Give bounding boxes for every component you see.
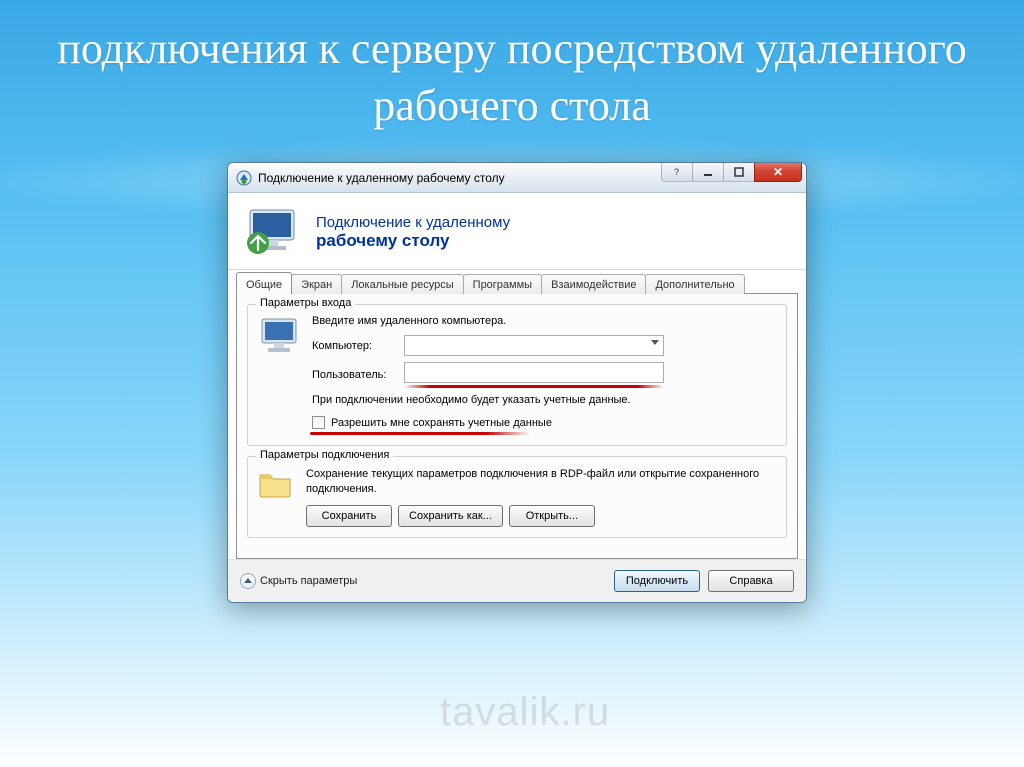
tab-general[interactable]: Общие bbox=[236, 272, 292, 294]
save-credentials-row[interactable]: Разрешить мне сохранять учетные данные bbox=[312, 416, 776, 429]
watermark: tavalik.ru bbox=[440, 690, 610, 735]
login-group-legend: Параметры входа bbox=[256, 297, 355, 309]
user-input[interactable] bbox=[404, 362, 664, 383]
help-icon-button[interactable]: ? bbox=[661, 162, 693, 182]
computer-icon bbox=[258, 315, 302, 435]
banner-line1: Подключение к удаленному bbox=[316, 214, 510, 231]
help-button[interactable]: Справка bbox=[708, 570, 794, 592]
window-controls: ? ✕ bbox=[662, 162, 802, 182]
close-button[interactable]: ✕ bbox=[754, 162, 802, 182]
remote-desktop-icon bbox=[244, 207, 302, 257]
tab-local-resources[interactable]: Локальные ресурсы bbox=[341, 274, 463, 294]
tab-area: Общие Экран Локальные ресурсы Программы … bbox=[228, 270, 806, 559]
user-row: Пользователь: bbox=[312, 362, 776, 388]
chevron-up-icon bbox=[240, 573, 256, 589]
tab-display[interactable]: Экран bbox=[291, 274, 342, 294]
tab-programs[interactable]: Программы bbox=[463, 274, 542, 294]
chevron-down-icon bbox=[651, 340, 659, 345]
tab-advanced[interactable]: Дополнительно bbox=[645, 274, 744, 294]
minimize-button[interactable] bbox=[692, 162, 724, 182]
save-button[interactable]: Сохранить bbox=[306, 505, 392, 527]
banner-line2: рабочему столу bbox=[316, 231, 510, 251]
highlight-underline-user bbox=[404, 385, 664, 388]
tab-body-general: Параметры входа Введите имя удаленного bbox=[236, 293, 798, 559]
login-fields: Введите имя удаленного компьютера. Компь… bbox=[312, 315, 776, 435]
banner-text: Подключение к удаленному рабочему столу bbox=[316, 214, 510, 251]
tab-strip: Общие Экран Локальные ресурсы Программы … bbox=[236, 274, 798, 294]
save-credentials-checkbox[interactable] bbox=[312, 416, 325, 429]
computer-row: Компьютер: bbox=[312, 335, 776, 356]
computer-combobox[interactable] bbox=[404, 335, 664, 356]
user-label: Пользователь: bbox=[312, 369, 404, 381]
hide-parameters-toggle[interactable]: Скрыть параметры bbox=[240, 573, 357, 589]
connection-description: Сохранение текущих параметров подключени… bbox=[306, 467, 776, 497]
login-group: Параметры входа Введите имя удаленного bbox=[247, 304, 787, 446]
connect-button[interactable]: Подключить bbox=[614, 570, 700, 592]
tab-experience[interactable]: Взаимодействие bbox=[541, 274, 646, 294]
highlight-underline-checkbox bbox=[310, 432, 530, 435]
banner: Подключение к удаленному рабочему столу bbox=[228, 193, 806, 270]
computer-label: Компьютер: bbox=[312, 340, 404, 352]
save-as-button[interactable]: Сохранить как... bbox=[398, 505, 503, 527]
connection-group: Параметры подключения Сохранение текущих… bbox=[247, 456, 787, 538]
save-credentials-label: Разрешить мне сохранять учетные данные bbox=[331, 417, 552, 429]
maximize-button[interactable] bbox=[723, 162, 755, 182]
svg-text:?: ? bbox=[674, 167, 679, 177]
slide: подключения к серверу посредством удален… bbox=[0, 0, 1024, 767]
slide-title: подключения к серверу посредством удален… bbox=[0, 20, 1024, 134]
credentials-note: При подключении необходимо будет указать… bbox=[312, 394, 776, 406]
window-title: Подключение к удаленному рабочему столу bbox=[258, 171, 505, 185]
login-instruction: Введите имя удаленного компьютера. bbox=[312, 315, 776, 327]
connection-group-legend: Параметры подключения bbox=[256, 449, 393, 461]
folder-icon bbox=[258, 467, 296, 527]
rdp-app-icon bbox=[236, 170, 252, 186]
open-button[interactable]: Открыть... bbox=[509, 505, 595, 527]
titlebar[interactable]: Подключение к удаленному рабочему столу … bbox=[228, 163, 806, 193]
dialog-footer: Скрыть параметры Подключить Справка bbox=[228, 559, 806, 602]
rdp-window: Подключение к удаленному рабочему столу … bbox=[227, 162, 807, 603]
hide-parameters-label: Скрыть параметры bbox=[260, 575, 357, 587]
close-icon: ✕ bbox=[773, 165, 783, 179]
